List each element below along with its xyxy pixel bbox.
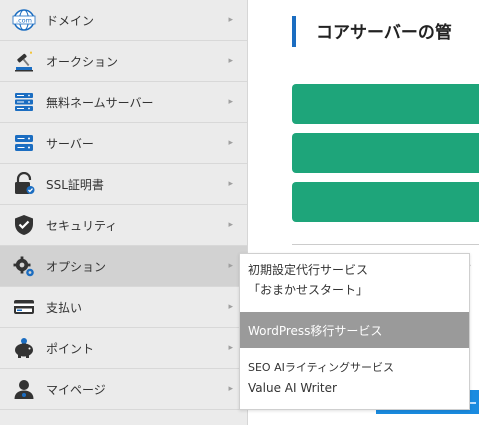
sidebar-item-ssl[interactable]: SSL証明書 ▸ (0, 164, 247, 205)
chevron-right-icon: ▸ (228, 343, 233, 353)
sidebar-item-domain[interactable]: .com ドメイン ▸ (0, 0, 247, 41)
sidebar-item-label: 無料ネームサーバー (46, 95, 154, 110)
submenu-item-initial-setup[interactable]: 初期設定代行サービス 「おまかせスタート」 (240, 260, 469, 300)
gears-icon (12, 254, 36, 278)
chevron-right-icon: ▸ (228, 15, 233, 25)
svg-text:.com: .com (16, 17, 32, 25)
sidebar-item-label: マイページ (46, 382, 106, 397)
title-accent-bar (292, 16, 296, 47)
sidebar-item-label: 支払い (46, 300, 83, 315)
chevron-right-icon: ▸ (228, 261, 233, 271)
submenu-item-seo-ai-writing[interactable]: SEO AIライティングサービス Value AI Writer (240, 358, 469, 398)
sidebar: .com ドメイン ▸ オークション ▸ 無料ネームサーバー ▸ サーバー ▸ … (0, 0, 248, 425)
page-title: コアサーバーの管 (316, 23, 452, 43)
sidebar-item-label: ポイント (46, 341, 95, 356)
credit-card-icon (12, 295, 36, 319)
divider (292, 244, 479, 245)
sidebar-item-free-nameserver[interactable]: 無料ネームサーバー ▸ (0, 82, 247, 123)
sidebar-item-payment[interactable]: 支払い ▸ (0, 287, 247, 328)
sidebar-item-security[interactable]: セキュリティ ▸ (0, 205, 247, 246)
sidebar-item-label: セキュリティ (46, 218, 118, 233)
options-submenu: 初期設定代行サービス 「おまかせスタート」 WordPress移行サービス SE… (239, 253, 470, 410)
server-stack-icon (12, 90, 36, 114)
chevron-right-icon: ▸ (228, 56, 233, 66)
sidebar-item-label: サーバー (46, 136, 94, 151)
lock-icon (12, 172, 36, 196)
chevron-right-icon: ▸ (228, 384, 233, 394)
sidebar-item-auction[interactable]: オークション ▸ (0, 41, 247, 82)
sidebar-item-points[interactable]: ポイント ▸ (0, 328, 247, 369)
chevron-right-icon: ▸ (228, 97, 233, 107)
chevron-right-icon: ▸ (228, 179, 233, 189)
sidebar-item-label: ドメイン (46, 13, 95, 28)
user-icon (12, 377, 36, 401)
sidebar-item-label: SSL証明書 (46, 177, 104, 192)
submenu-item-label: SEO AIライティングサービス (248, 361, 394, 374)
submenu-item-sublabel: 「おまかせスタート」 (248, 283, 369, 297)
shield-icon (12, 213, 36, 237)
chevron-right-icon: ▸ (228, 220, 233, 230)
sidebar-item-options[interactable]: オプション ▸ (0, 246, 247, 287)
gavel-icon (12, 49, 36, 73)
sidebar-item-mypage[interactable]: マイページ ▸ (0, 369, 247, 410)
sidebar-item-label: オプション (46, 259, 107, 274)
sidebar-item-label: オークション (46, 54, 119, 69)
action-button-3[interactable]: コア (292, 182, 479, 222)
submenu-item-sublabel: Value AI Writer (248, 381, 337, 395)
action-button-2[interactable] (292, 133, 479, 173)
server-icon (12, 131, 36, 155)
sidebar-item-server[interactable]: サーバー ▸ (0, 123, 247, 164)
submenu-item-label: 初期設定代行サービス (248, 263, 369, 277)
action-button-1[interactable] (292, 84, 479, 124)
globe-com-icon: .com (12, 8, 36, 32)
submenu-item-label: WordPress移行サービス (248, 323, 383, 338)
chevron-right-icon: ▸ (228, 302, 233, 312)
submenu-item-wordpress-migration[interactable]: WordPress移行サービス (240, 312, 469, 348)
chevron-right-icon: ▸ (228, 138, 233, 148)
piggy-bank-icon (12, 336, 36, 360)
